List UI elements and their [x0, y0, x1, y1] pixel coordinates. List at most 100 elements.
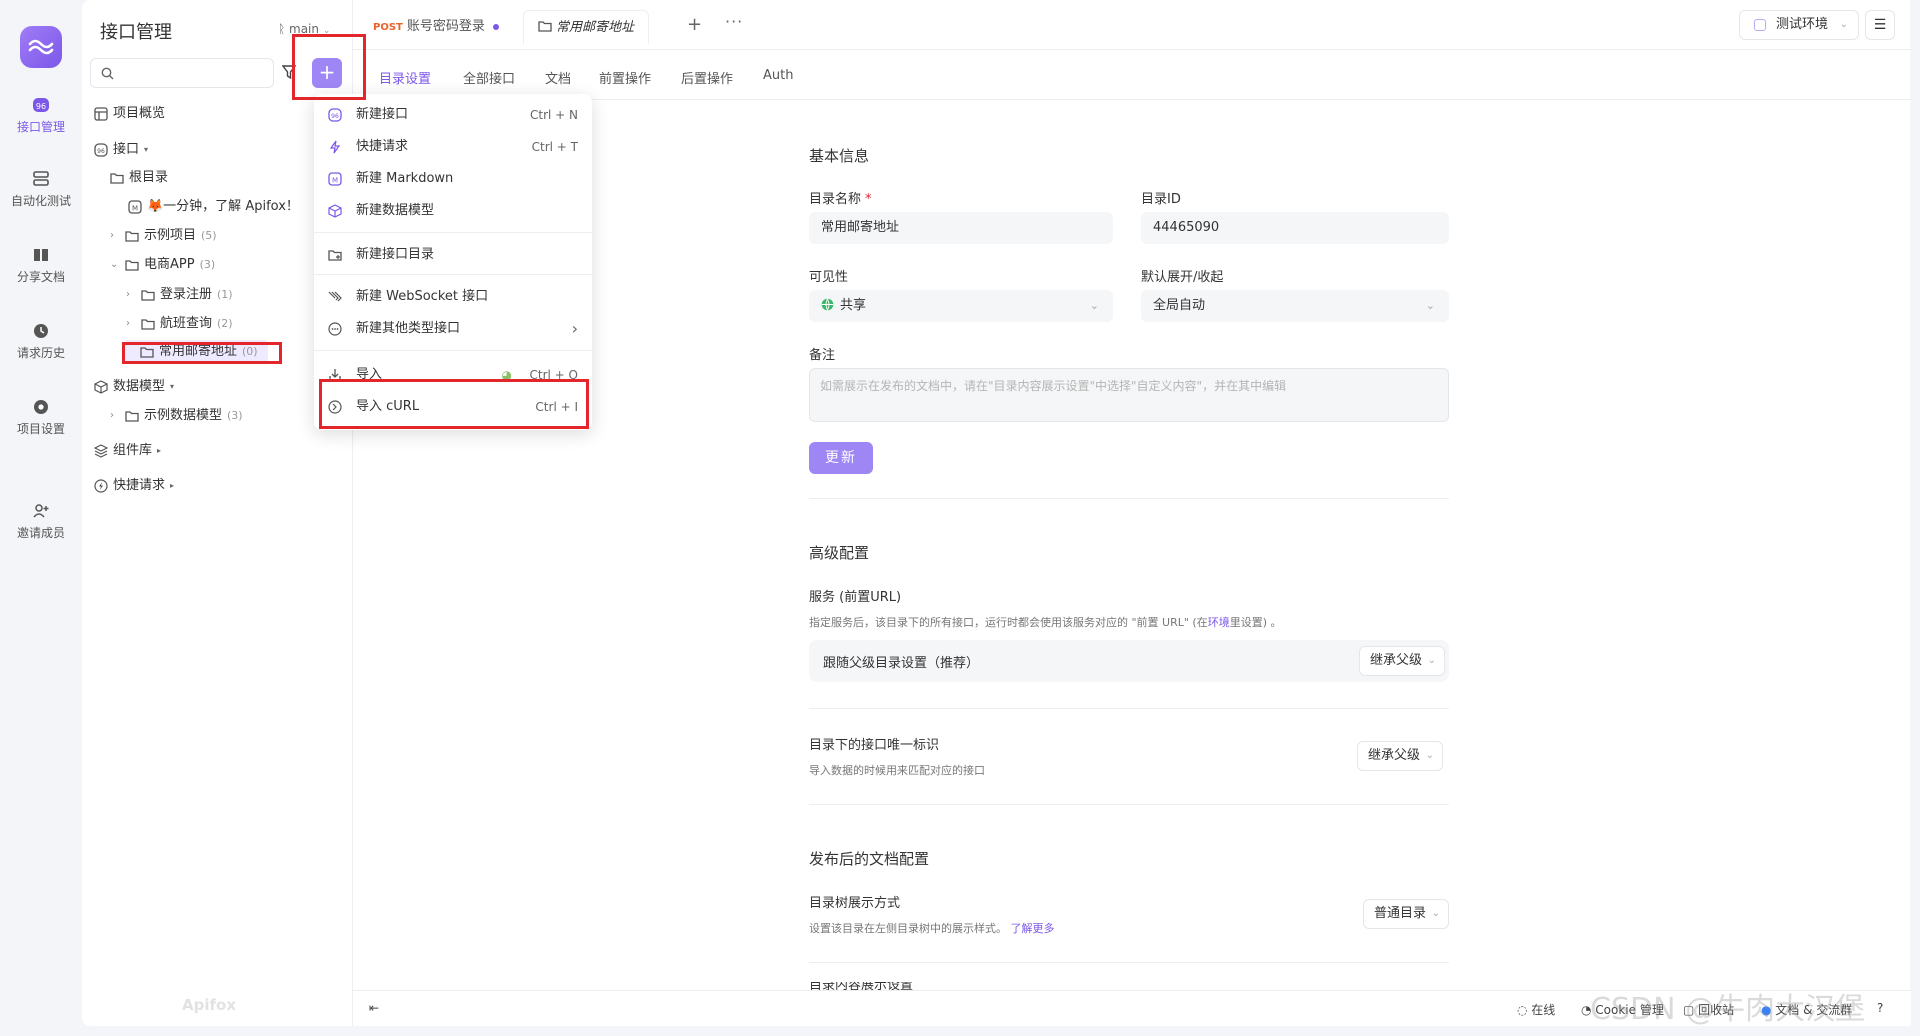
field-label-folder-name: 目录名称 * [809, 188, 872, 207]
subtab-all-apis[interactable]: 全部接口 [463, 68, 515, 95]
tab-mailing-address[interactable]: 常用邮寄地址 [523, 10, 650, 44]
menu-item-label: 新建 WebSocket 接口 [356, 289, 489, 304]
tree-item-flight-query[interactable]: › 航班查询 (2) [126, 312, 233, 336]
menu-item-shortcut: Ctrl + I [535, 400, 578, 414]
menu-item-new-websocket[interactable]: 新建 WebSocket 接口 [314, 282, 592, 312]
rail-item-shared-docs[interactable]: 分享文档 [0, 246, 82, 285]
filter-icon[interactable] [281, 64, 297, 84]
field-label-folder-id: 目录ID [1141, 192, 1181, 207]
add-new-button[interactable]: + [312, 58, 342, 88]
tree-item-label: 组件库 [113, 443, 153, 458]
svg-text:96: 96 [36, 102, 46, 111]
cube-icon [94, 380, 108, 394]
tab-login-api[interactable]: POST 账号密码登录 [359, 10, 513, 44]
more-tabs-button[interactable]: ··· [725, 12, 743, 31]
menu-item-quick-request[interactable]: 快捷请求 Ctrl + T [314, 132, 592, 162]
http-method-badge: POST [373, 22, 403, 33]
tree-item-mailing-address[interactable]: 常用邮寄地址 (0) [124, 340, 268, 364]
menu-item-new-markdown[interactable]: M 新建 Markdown [314, 164, 592, 194]
chevron-down-icon: ⌄ [1431, 908, 1441, 919]
rail-item-request-history[interactable]: 请求历史 [0, 322, 82, 361]
tree-item-apis[interactable]: 96 接口 ▾ [94, 138, 148, 162]
chevron-right-icon[interactable]: › [110, 224, 120, 248]
tree-item-root-folder[interactable]: 根目录 [110, 166, 168, 190]
field-label-visibility: 可见性 [809, 270, 849, 285]
menu-item-shortcut: Ctrl + N [529, 108, 578, 122]
label-text: 目录名称 [809, 192, 862, 207]
select-value: 继承父级 [1368, 748, 1421, 763]
unique-id-hint: 导入数据的时候用来匹配对应的接口 [809, 764, 985, 777]
unsaved-dot-icon [492, 23, 499, 30]
rail-item-automation-test[interactable]: 自动化测试 [0, 170, 82, 209]
branch-selector[interactable]: ᚱ main ⌄ [278, 22, 330, 36]
field-label-note: 备注 [809, 348, 836, 363]
folder-icon [125, 231, 139, 242]
menu-item-label: 新建其他类型接口 [356, 321, 461, 336]
menu-item-label: 导入 cURL [356, 399, 420, 414]
service-inherit-select[interactable]: 继承父级 ⌄ [1359, 646, 1446, 676]
tree-item-component-library[interactable]: 组件库 ▸ [94, 439, 161, 463]
menu-item-new-data-model[interactable]: 新建数据模型 [314, 196, 592, 226]
tree-search-input[interactable] [90, 58, 274, 88]
tree-item-intro-doc[interactable]: M 🦊一分钟，了解 Apifox！ [128, 195, 299, 219]
subtab-post-processors[interactable]: 后置操作 [681, 68, 733, 95]
hamburger-menu-icon[interactable]: ☰ [1865, 10, 1895, 40]
check-circle-icon: ◌ [1517, 1003, 1532, 1017]
learn-more-link[interactable]: 了解更多 [1011, 922, 1055, 935]
visibility-select[interactable]: 共享 ⌄ [809, 290, 1113, 322]
tree-item-project-overview[interactable]: 项目概览 [94, 102, 165, 126]
menu-item-new-api[interactable]: 96 新建接口 Ctrl + N [314, 100, 592, 130]
tree-mode-select[interactable]: 普通目录 ⌄ [1363, 899, 1450, 929]
collapse-sidebar-icon[interactable]: ⇤ [369, 1001, 379, 1015]
search-icon [101, 67, 114, 80]
tree-item-sample-project[interactable]: › 示例项目 (5) [110, 224, 217, 248]
tree-item-quick-requests[interactable]: 快捷请求 ▸ [94, 474, 174, 498]
status-online[interactable]: ◌ 在线 [1517, 1001, 1555, 1018]
add-user-icon [33, 504, 49, 518]
chevron-right-icon[interactable]: › [126, 312, 136, 336]
rail-item-api-management[interactable]: 96 接口管理 [0, 96, 82, 135]
menu-item-import[interactable]: 导入 ◕ Ctrl + O [314, 360, 592, 390]
folder-name-input[interactable]: 常用邮寄地址 [809, 212, 1113, 244]
subtab-folder-settings[interactable]: 目录设置 [379, 68, 432, 97]
folder-icon [141, 319, 155, 330]
chevron-down-icon[interactable]: ⌄ [110, 253, 120, 277]
tree-item-login-register[interactable]: › 登录注册 (1) [126, 283, 233, 307]
tree-item-data-models[interactable]: 数据模型 ▾ [94, 375, 174, 399]
environment-selector[interactable]: 测试环境 ⌄ [1739, 10, 1859, 40]
menu-item-label: 快捷请求 [356, 139, 409, 154]
help-icon[interactable]: ? [1877, 1001, 1883, 1015]
rail-item-invite-members[interactable]: 邀请成员 [0, 502, 82, 541]
menu-item-new-other-api[interactable]: 新建其他类型接口 › [314, 314, 592, 344]
tree-item-ecommerce-app[interactable]: ⌄ 电商APP (3) [110, 253, 215, 277]
caret-down-icon: ▾ [144, 145, 149, 154]
update-button[interactable]: 更新 [809, 442, 873, 474]
note-textarea[interactable]: 如需展示在发布的文档中，请在"目录内容展示设置"中选择"自定义内容"，并在其中编… [809, 368, 1449, 422]
chevron-down-icon: ⌄ [1425, 299, 1435, 312]
subtab-docs[interactable]: 文档 [545, 68, 571, 95]
default-expand-select[interactable]: 全局自动 ⌄ [1141, 290, 1449, 322]
menu-item-import-curl[interactable]: 导入 cURL Ctrl + I [314, 392, 592, 422]
tree-item-count: (3) [227, 409, 243, 422]
subtab-pre-processors[interactable]: 前置操作 [599, 68, 651, 95]
caret-right-icon: ▸ [157, 446, 162, 455]
menu-item-new-api-folder[interactable]: 新建接口目录 [314, 240, 592, 270]
rail-item-project-settings[interactable]: 项目设置 [0, 398, 82, 437]
apifox-logo-icon[interactable] [20, 26, 62, 68]
service-row: 跟随父级目录设置（推荐） [809, 640, 1449, 682]
section-title-publish: 发布后的文档配置 [809, 850, 930, 868]
service-row-label: 跟随父级目录设置（推荐） [823, 656, 980, 671]
environment-link[interactable]: 环境 [1208, 616, 1230, 629]
menu-separator [314, 350, 592, 351]
chevron-down-icon: ⌄ [1427, 655, 1437, 666]
chevron-right-icon[interactable]: › [110, 404, 120, 428]
server-stack-icon [33, 171, 49, 186]
new-tab-button[interactable]: + [687, 14, 702, 35]
field-label-cut-off: 目录内容展示设置 [809, 982, 914, 990]
unique-id-select[interactable]: 继承父级 ⌄ [1357, 741, 1444, 771]
subtab-auth[interactable]: Auth [763, 68, 793, 91]
svg-text:96: 96 [97, 148, 105, 155]
tree-item-label: 示例数据模型 [144, 408, 223, 423]
tree-item-sample-models[interactable]: › 示例数据模型 (3) [110, 404, 243, 428]
chevron-right-icon[interactable]: › [126, 283, 136, 307]
